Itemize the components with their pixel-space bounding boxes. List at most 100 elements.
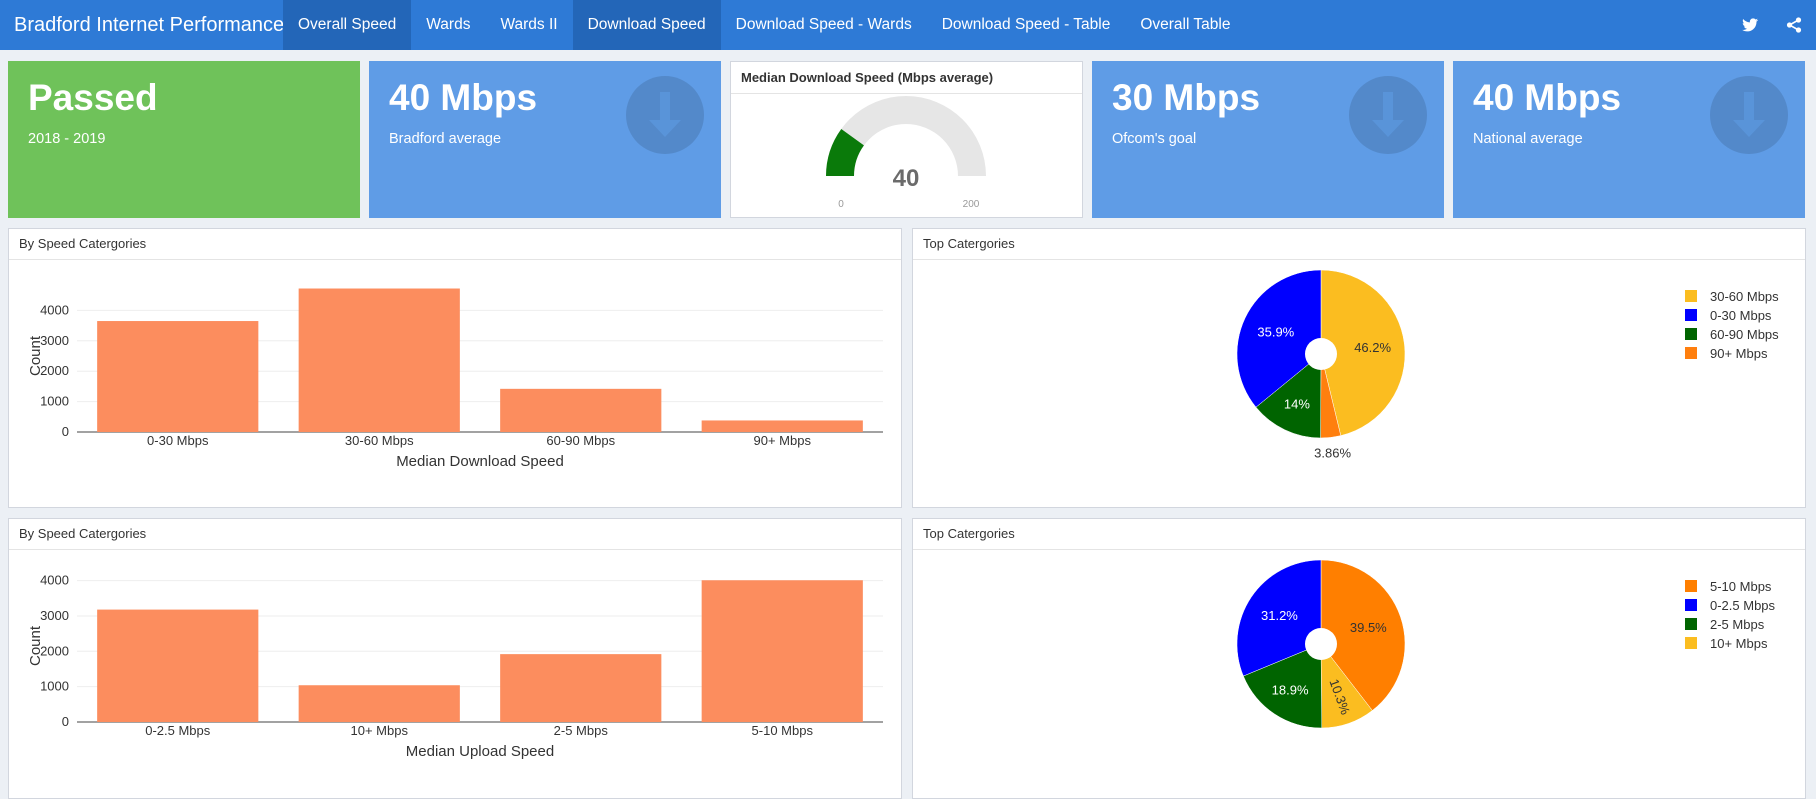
pie-slice-label: 14% <box>1284 397 1310 412</box>
y-tick-label: 1000 <box>40 679 69 694</box>
legend-label[interactable]: 30-60 Mbps <box>1710 289 1779 304</box>
arrow-down-icon <box>1349 76 1427 154</box>
value-box-subtitle: Ofcom's goal <box>1112 131 1197 147</box>
value-box-bradford-average: 40 Mbps Bradford average <box>369 61 721 218</box>
gauge-panel: Median Download Speed (Mbps average) 40 … <box>730 61 1083 218</box>
x-tick-label: 90+ Mbps <box>754 433 812 448</box>
pie-slice-label: 39.5% <box>1350 620 1387 635</box>
tab-wards[interactable]: Wards <box>411 0 485 50</box>
pie-slice-label: 31.2% <box>1261 608 1298 623</box>
bar[interactable] <box>701 580 863 722</box>
value-box-subtitle: Bradford average <box>389 131 502 147</box>
download-bar-chart: 0 1000 2000 3000 4000 0-30 Mbps 30-60 Mbps 60-9… <box>27 288 883 470</box>
legend-swatch[interactable] <box>1685 290 1697 302</box>
y-tick-label: 1000 <box>40 394 69 409</box>
legend-swatch[interactable] <box>1685 637 1697 649</box>
tab-overall-table[interactable]: Overall Table <box>1125 0 1245 50</box>
tab-overall-speed[interactable]: Overall Speed <box>283 0 412 50</box>
upload-pie-chart: 39.5%10.3%18.9%31.2%5-10 Mbps0-2.5 Mbps2… <box>1236 559 1776 729</box>
value-box-value: 30 Mbps <box>1112 77 1261 118</box>
pie-hole <box>1305 628 1337 660</box>
x-tick-label: 60-90 Mbps <box>546 433 615 448</box>
legend-swatch[interactable] <box>1685 580 1697 592</box>
x-tick-label: 30-60 Mbps <box>345 433 414 448</box>
bar[interactable] <box>500 388 662 432</box>
legend-swatch[interactable] <box>1685 599 1697 611</box>
download-bar-panel: By Speed Catergories 0 1000 2000 3000 4000 0-… <box>8 228 902 508</box>
y-tick-label: 3000 <box>40 608 69 623</box>
legend-label[interactable]: 90+ Mbps <box>1710 346 1768 361</box>
value-box-ofcom-goal: 30 Mbps Ofcom's goal <box>1092 61 1444 218</box>
bar[interactable] <box>500 654 662 722</box>
pie-slice-label: 3.86% <box>1314 445 1351 460</box>
pie-slice-label: 18.9% <box>1272 683 1309 698</box>
tab-wards-ii[interactable]: Wards II <box>485 0 572 50</box>
y-tick-label: 4000 <box>40 302 69 317</box>
upload-bar-chart: 0 1000 2000 3000 4000 0-2.5 Mbps 10+ Mbps 2-5 M… <box>27 573 883 760</box>
value-box-subtitle: 2018 - 2019 <box>28 131 106 147</box>
tab-download-speed-wards[interactable]: Download Speed - Wards <box>721 0 927 50</box>
panel-title: By Speed Catergories <box>9 229 901 260</box>
gauge-chart: 40 0 200 <box>826 96 986 210</box>
twitter-icon[interactable] <box>1728 0 1772 50</box>
y-tick-label: 0 <box>62 714 69 729</box>
arrow-down-icon <box>626 76 704 154</box>
x-tick-label: 0-30 Mbps <box>147 433 209 448</box>
bar[interactable] <box>97 609 259 722</box>
gauge-title: Median Download Speed (Mbps average) <box>731 62 1082 94</box>
y-tick-label: 2000 <box>40 643 69 658</box>
upload-pie-panel: Top Catergories 39.5% 10.3% 18.9% 31.2% 5-10… <box>912 518 1806 799</box>
x-axis-title: Median Download Speed <box>396 453 564 470</box>
download-pie-panel: Top Catergories 46.2% 3.86% 14% 35.9% 30-60 … <box>912 228 1806 508</box>
value-box-value: Passed <box>28 77 158 118</box>
share-icon[interactable] <box>1772 0 1816 50</box>
x-tick-label: 0-2.5 Mbps <box>145 723 211 738</box>
value-box-status: Passed 2018 - 2019 <box>8 61 360 218</box>
bar[interactable] <box>298 288 460 432</box>
top-navbar: Bradford Internet Performance Overall Sp… <box>0 0 1816 50</box>
tab-download-speed[interactable]: Download Speed <box>572 0 721 50</box>
legend-swatch[interactable] <box>1685 328 1697 340</box>
y-tick-label: 0 <box>62 424 69 439</box>
panel-title: Top Catergories <box>913 519 1805 550</box>
y-axis-title: Count <box>27 335 44 376</box>
value-box-value: 40 Mbps <box>389 77 538 118</box>
bar[interactable] <box>97 321 259 432</box>
value-box-subtitle: National average <box>1473 131 1583 147</box>
tab-download-speed-table[interactable]: Download Speed - Table <box>927 0 1126 50</box>
legend-label[interactable]: 0-30 Mbps <box>1710 308 1772 323</box>
y-tick-label: 4000 <box>40 573 69 588</box>
app-title[interactable]: Bradford Internet Performance <box>0 0 284 50</box>
legend-swatch[interactable] <box>1685 618 1697 630</box>
pie-hole <box>1305 338 1337 370</box>
x-tick-label: 5-10 Mbps <box>752 723 814 738</box>
panel-title: Top Catergories <box>913 229 1805 260</box>
pie-slice-label: 46.2% <box>1354 340 1391 355</box>
bar[interactable] <box>701 420 863 432</box>
download-pie-chart: 46.2% 3.86% 14% 35.9% 30-60 Mbps 0-30 Mbps 60-… <box>1236 269 1779 460</box>
pie-slice-label: 35.9% <box>1257 325 1294 340</box>
bar[interactable] <box>298 685 460 722</box>
upload-bar-panel: By Speed Catergories 0 1000 2000 3000 4000 0-… <box>8 518 902 799</box>
legend-swatch[interactable] <box>1685 309 1697 321</box>
gauge-min-label: 0 <box>838 199 844 210</box>
panel-title: By Speed Catergories <box>9 519 901 550</box>
x-tick-label: 10+ Mbps <box>351 723 409 738</box>
legend-label[interactable]: 10+ Mbps <box>1710 636 1768 651</box>
nav-right-icons <box>1728 0 1816 50</box>
y-tick-label: 3000 <box>40 333 69 348</box>
y-tick-label: 2000 <box>40 363 69 378</box>
value-box-national-average: 40 Mbps National average <box>1453 61 1805 218</box>
arrow-down-icon <box>1710 76 1788 154</box>
nav-tabs: Overall Speed Wards Wards II Download Sp… <box>283 0 1246 50</box>
legend-label[interactable]: 2-5 Mbps <box>1710 617 1765 632</box>
legend-label[interactable]: 0-2.5 Mbps <box>1710 598 1776 613</box>
gauge-max-label: 200 <box>963 199 980 210</box>
x-tick-label: 2-5 Mbps <box>554 723 609 738</box>
legend-swatch[interactable] <box>1685 347 1697 359</box>
value-box-value: 40 Mbps <box>1473 77 1622 118</box>
legend-label[interactable]: 60-90 Mbps <box>1710 327 1779 342</box>
y-axis-title: Count <box>27 625 44 666</box>
gauge-value: 40 <box>893 165 920 192</box>
legend-label[interactable]: 5-10 Mbps <box>1710 579 1772 594</box>
